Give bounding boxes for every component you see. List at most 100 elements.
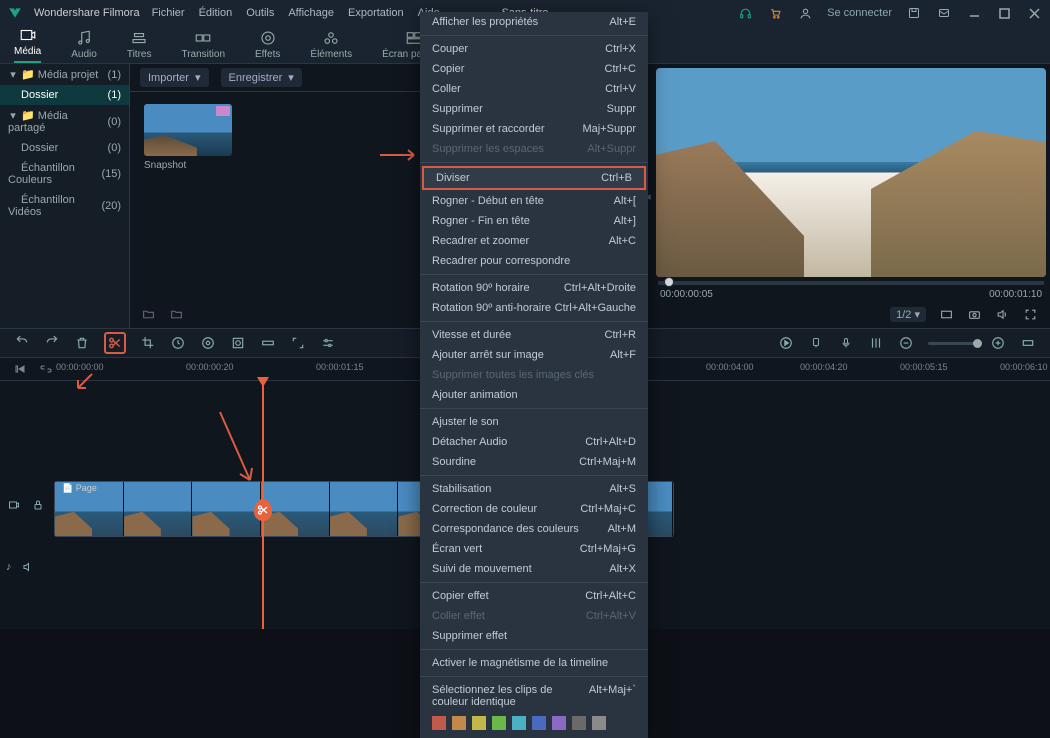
menu-item-rogner-fin-en-t-te[interactable]: Rogner - Fin en têteAlt+] bbox=[420, 211, 648, 231]
record-dropdown[interactable]: Enregistrer▾ bbox=[221, 68, 302, 87]
menu-fichier[interactable]: Fichier bbox=[152, 7, 185, 19]
video-track-icon[interactable] bbox=[6, 497, 22, 513]
progress-thumb[interactable] bbox=[664, 277, 674, 287]
menu-item-couper[interactable]: CouperCtrl+X bbox=[420, 39, 648, 59]
menu-item-s-lectionnez-les-clips-de-couleur-identique[interactable]: Sélectionnez les clips de couleur identi… bbox=[420, 680, 648, 712]
swatch[interactable] bbox=[552, 716, 566, 730]
zoom-slider[interactable] bbox=[928, 342, 976, 345]
media-thumbnail[interactable]: Snapshot bbox=[144, 104, 232, 171]
save-icon[interactable] bbox=[906, 5, 922, 21]
settings-icon[interactable] bbox=[320, 335, 336, 351]
undo-icon[interactable] bbox=[14, 335, 30, 351]
swatch[interactable] bbox=[532, 716, 546, 730]
nav-échantillon-vidéos-5[interactable]: Échantillon Vidéos(20) bbox=[0, 190, 129, 222]
swatch[interactable] bbox=[492, 716, 506, 730]
track-icon[interactable] bbox=[260, 335, 276, 351]
menu-item-rogner-d-but-en-t-te[interactable]: Rogner - Début en têteAlt+[ bbox=[420, 191, 648, 211]
message-icon[interactable] bbox=[936, 5, 952, 21]
import-dropdown[interactable]: Importer▾ bbox=[140, 68, 209, 87]
folder-new-icon[interactable] bbox=[140, 306, 156, 322]
audio-note-icon[interactable]: ♪ bbox=[6, 561, 12, 573]
nav-dossier-1[interactable]: Dossier(1) bbox=[0, 85, 129, 105]
preview-video[interactable] bbox=[656, 68, 1046, 277]
zoomfit-icon[interactable] bbox=[1020, 335, 1036, 351]
menu-item-correction-de-couleur[interactable]: Correction de couleurCtrl+Maj+C bbox=[420, 499, 648, 519]
folder-icon[interactable] bbox=[168, 306, 184, 322]
tab-média[interactable]: Média bbox=[14, 26, 41, 63]
menu-item-afficher-les-propri-t-s[interactable]: Afficher les propriétésAlt+E bbox=[420, 12, 648, 32]
nav-dossier-3[interactable]: Dossier(0) bbox=[0, 138, 129, 158]
menu-outils[interactable]: Outils bbox=[246, 7, 274, 19]
menu-item-copier-effet[interactable]: Copier effetCtrl+Alt+C bbox=[420, 586, 648, 606]
headset-icon[interactable] bbox=[737, 5, 753, 21]
swatch[interactable] bbox=[472, 716, 486, 730]
menu-affichage[interactable]: Affichage bbox=[288, 7, 334, 19]
tab-effets[interactable]: Effets bbox=[255, 29, 280, 60]
tab-transition[interactable]: Transition bbox=[181, 29, 225, 60]
menu-item-copier[interactable]: CopierCtrl+C bbox=[420, 59, 648, 79]
menu-item-recadrer-et-zoomer[interactable]: Recadrer et zoomerAlt+C bbox=[420, 231, 648, 251]
mute-icon[interactable] bbox=[20, 559, 36, 575]
swatch[interactable] bbox=[432, 716, 446, 730]
menu-édition[interactable]: Édition bbox=[199, 7, 233, 19]
menu-item-recadrer-pour-correspondre[interactable]: Recadrer pour correspondre bbox=[420, 251, 648, 271]
menu-item-sourdine[interactable]: SourdineCtrl+Maj+M bbox=[420, 452, 648, 472]
user-icon[interactable] bbox=[797, 5, 813, 21]
connect-button[interactable]: Se connecter bbox=[827, 7, 892, 19]
tab-titres[interactable]: Titres bbox=[127, 29, 152, 60]
crop-icon[interactable] bbox=[140, 335, 156, 351]
menu-item-ajouter-arr-t-sur-image[interactable]: Ajouter arrêt sur imageAlt+F bbox=[420, 345, 648, 365]
trash-icon[interactable] bbox=[74, 335, 90, 351]
play-icon[interactable] bbox=[778, 335, 794, 351]
greenscreen-icon[interactable] bbox=[230, 335, 246, 351]
snapshot-icon[interactable] bbox=[966, 306, 982, 322]
menu-item-ajouter-animation[interactable]: Ajouter animation bbox=[420, 385, 648, 405]
nav-échantillon-couleurs-4[interactable]: Échantillon Couleurs(15) bbox=[0, 158, 129, 190]
menu-item-supprimer-et-raccorder[interactable]: Supprimer et raccorderMaj+Suppr bbox=[420, 119, 648, 139]
menu-item--cran-vert[interactable]: Écran vertCtrl+Maj+G bbox=[420, 539, 648, 559]
swatch[interactable] bbox=[452, 716, 466, 730]
zoomout-icon[interactable] bbox=[898, 335, 914, 351]
marker-icon[interactable] bbox=[808, 335, 824, 351]
fullscreen-icon[interactable] bbox=[1022, 306, 1038, 322]
aspect-icon[interactable] bbox=[938, 306, 954, 322]
menu-item-suivi-de-mouvement[interactable]: Suivi de mouvementAlt+X bbox=[420, 559, 648, 579]
redo-icon[interactable] bbox=[44, 335, 60, 351]
menu-item-stabilisation[interactable]: StabilisationAlt+S bbox=[420, 479, 648, 499]
minimize-icon[interactable] bbox=[966, 5, 982, 21]
zoomin-icon[interactable] bbox=[990, 335, 1006, 351]
menu-item-diviser[interactable]: DiviserCtrl+B bbox=[422, 166, 646, 190]
nav-média-projet-0[interactable]: ▾ 📁 Média projet(1) bbox=[0, 64, 129, 85]
menu-item-activer-le-magn-tisme-de-la-timeline[interactable]: Activer le magnétisme de la timeline bbox=[420, 653, 648, 673]
expand-icon[interactable] bbox=[290, 335, 306, 351]
tab-audio[interactable]: Audio bbox=[71, 29, 97, 60]
preview-pager[interactable]: 1/2 ▾ bbox=[890, 307, 926, 322]
menu-item-ajuster-le-son[interactable]: Ajuster le son bbox=[420, 412, 648, 432]
nav-média-partagé-2[interactable]: ▾ 📁 Média partagé(0) bbox=[0, 105, 129, 138]
volume-icon[interactable] bbox=[994, 306, 1010, 322]
swatch[interactable] bbox=[512, 716, 526, 730]
lock-icon[interactable] bbox=[30, 497, 46, 513]
menu-item-d-tacher-audio[interactable]: Détacher AudioCtrl+Alt+D bbox=[420, 432, 648, 452]
tab-éléments[interactable]: Éléments bbox=[310, 29, 352, 60]
swatch[interactable] bbox=[592, 716, 606, 730]
menu-item-correspondance-des-couleurs[interactable]: Correspondance des couleursAlt+M bbox=[420, 519, 648, 539]
menu-exportation[interactable]: Exportation bbox=[348, 7, 404, 19]
mic-icon[interactable] bbox=[838, 335, 854, 351]
cut-marker[interactable] bbox=[254, 499, 272, 521]
menu-item-supprimer[interactable]: SupprimerSuppr bbox=[420, 99, 648, 119]
close-icon[interactable] bbox=[1026, 5, 1042, 21]
split-icon[interactable] bbox=[104, 332, 126, 354]
ruler-back-icon[interactable] bbox=[12, 361, 28, 377]
color-icon[interactable] bbox=[200, 335, 216, 351]
menu-item-supprimer-effet[interactable]: Supprimer effet bbox=[420, 626, 648, 646]
ruler-link-icon[interactable] bbox=[38, 361, 54, 377]
preview-progress[interactable] bbox=[658, 281, 1044, 285]
mixer-icon[interactable] bbox=[868, 335, 884, 351]
menu-item-rotation-90-horaire[interactable]: Rotation 90º horaireCtrl+Alt+Droite bbox=[420, 278, 648, 298]
menu-item-coller[interactable]: CollerCtrl+V bbox=[420, 79, 648, 99]
swatch[interactable] bbox=[572, 716, 586, 730]
maximize-icon[interactable] bbox=[996, 5, 1012, 21]
menu-item-rotation-90-anti-horaire[interactable]: Rotation 90º anti-horaireCtrl+Alt+Gauche bbox=[420, 298, 648, 318]
cart-icon[interactable] bbox=[767, 5, 783, 21]
